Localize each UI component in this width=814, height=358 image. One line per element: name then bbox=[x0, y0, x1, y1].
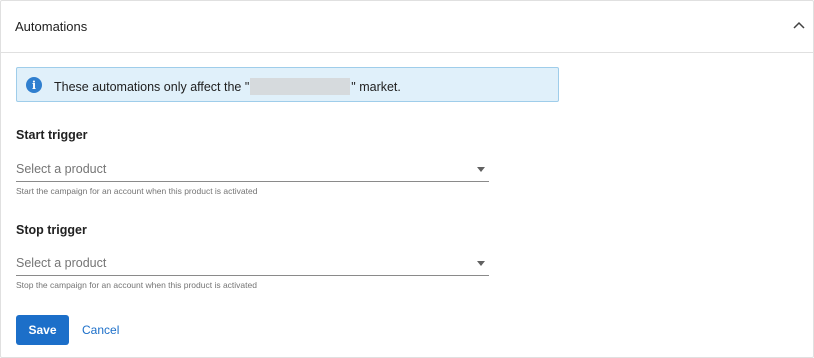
stop-trigger-select[interactable]: Select a product bbox=[16, 252, 489, 276]
info-icon: i bbox=[26, 77, 42, 93]
start-trigger-select[interactable]: Select a product bbox=[16, 158, 489, 182]
chevron-up-icon[interactable] bbox=[789, 15, 809, 35]
start-trigger-helper: Start the campaign for an account when t… bbox=[16, 186, 258, 196]
automations-panel: Automations i These automations only aff… bbox=[0, 0, 814, 358]
caret-down-icon bbox=[477, 261, 485, 266]
start-trigger-label: Start trigger bbox=[16, 128, 88, 142]
banner-text-before: These automations only affect the " bbox=[54, 79, 250, 94]
banner-text-after: " market. bbox=[351, 79, 401, 94]
banner-text: These automations only affect the " " ma… bbox=[54, 78, 401, 95]
panel-title: Automations bbox=[15, 19, 88, 34]
stop-trigger-placeholder: Select a product bbox=[16, 256, 107, 270]
caret-down-icon bbox=[477, 167, 485, 172]
cancel-button[interactable]: Cancel bbox=[82, 323, 119, 337]
panel-header[interactable]: Automations bbox=[1, 1, 813, 53]
save-button[interactable]: Save bbox=[16, 315, 69, 345]
start-trigger-placeholder: Select a product bbox=[16, 162, 107, 176]
redacted-market-name bbox=[250, 78, 351, 95]
stop-trigger-helper: Stop the campaign for an account when th… bbox=[16, 280, 257, 290]
stop-trigger-label: Stop trigger bbox=[16, 223, 87, 237]
info-banner: i These automations only affect the " " … bbox=[16, 67, 559, 102]
